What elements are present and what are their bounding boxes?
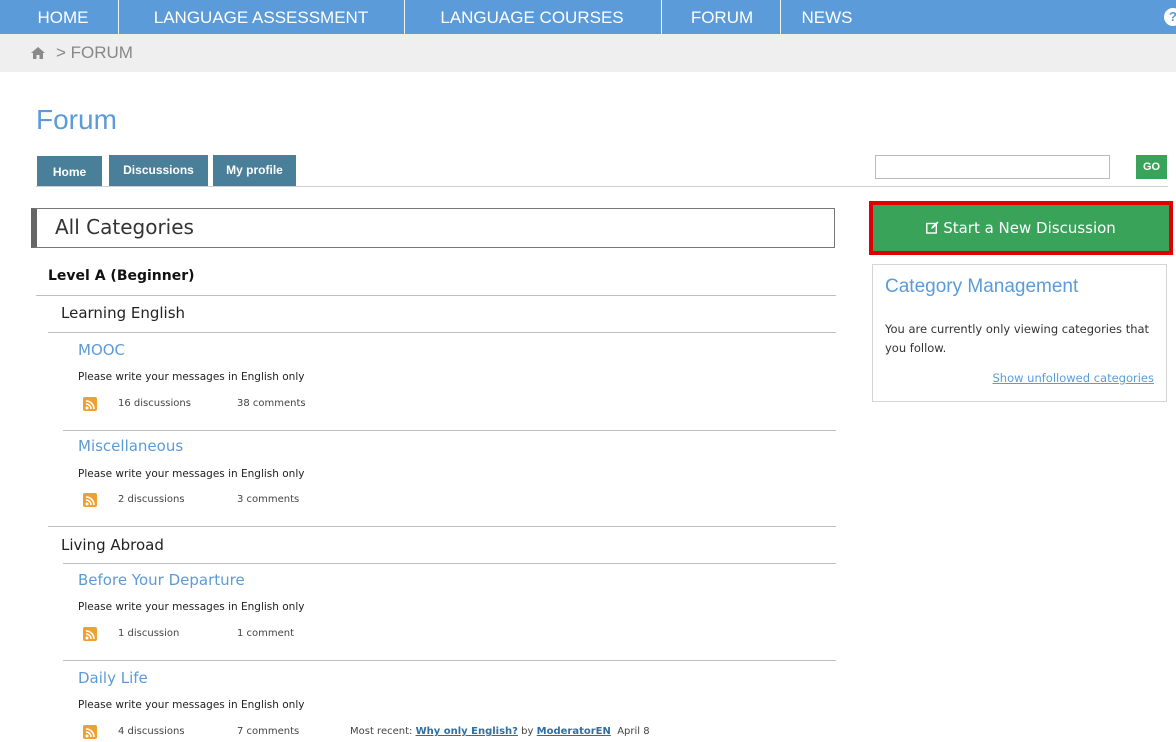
category-management-panel: Category Management You are currently on… [872, 264, 1167, 402]
discussion-count: 2 discussions [118, 494, 185, 505]
divider [48, 332, 836, 333]
help-icon[interactable]: ? [1164, 8, 1176, 26]
top-navigation: HOME LANGUAGE ASSESSMENT LANGUAGE COURSE… [0, 0, 1176, 34]
nav-home[interactable]: HOME [22, 0, 104, 34]
category-mooc-link[interactable]: MOOC [78, 341, 125, 359]
discussion-count: 16 discussions [118, 398, 191, 409]
divider [63, 430, 836, 431]
divider [36, 295, 836, 296]
tab-home[interactable]: Home [37, 156, 102, 186]
breadcrumb-forum[interactable]: > FORUM [56, 43, 133, 63]
most-recent-date: April 8 [617, 726, 650, 737]
category-miscellaneous-link[interactable]: Miscellaneous [78, 437, 183, 455]
author-link[interactable]: ModeratorEN [537, 726, 611, 737]
divider [63, 660, 836, 661]
rss-icon[interactable] [83, 627, 97, 641]
discussion-count: 4 discussions [118, 726, 185, 737]
category-description: Please write your messages in English on… [78, 601, 305, 613]
category-management-text: You are currently only viewing categorie… [885, 322, 1150, 355]
go-button[interactable]: GO [1136, 155, 1167, 179]
tab-divider [36, 186, 1168, 187]
rss-icon[interactable] [83, 493, 97, 507]
divider [63, 563, 836, 564]
page-title: Forum [36, 104, 117, 135]
home-icon[interactable] [30, 46, 46, 60]
most-recent-discussion-link[interactable]: Why only English? [416, 726, 518, 737]
most-recent-label: Most recent: [350, 726, 413, 737]
category-description: Please write your messages in English on… [78, 371, 305, 383]
rss-icon[interactable] [83, 725, 97, 739]
breadcrumb: > FORUM [0, 34, 1176, 72]
comment-count: 3 comments [237, 494, 300, 505]
nav-language-assessment[interactable]: LANGUAGE ASSESSMENT [130, 0, 392, 34]
nav-divider [661, 0, 662, 34]
category-before-your-departure-link[interactable]: Before Your Departure [78, 571, 245, 589]
category-description: Please write your messages in English on… [78, 468, 305, 480]
comment-count: 1 comment [237, 628, 295, 639]
start-new-discussion-button[interactable]: Start a New Discussion [869, 201, 1173, 255]
category-management-title: Category Management [885, 276, 1079, 297]
by-label: by [521, 726, 534, 737]
category-description: Please write your messages in English on… [78, 699, 305, 711]
edit-icon [926, 221, 939, 234]
comment-count: 38 comments [237, 398, 306, 409]
nav-forum[interactable]: FORUM [676, 0, 768, 34]
divider [48, 526, 836, 527]
nav-divider [118, 0, 119, 34]
category-daily-life-link[interactable]: Daily Life [78, 669, 148, 687]
section-header: All Categories [31, 208, 835, 248]
search-input[interactable] [875, 155, 1110, 179]
nav-news[interactable]: NEWS [792, 0, 862, 34]
discussion-count: 1 discussion [118, 628, 180, 639]
nav-divider [404, 0, 405, 34]
level-title: Level A (Beginner) [48, 268, 195, 284]
start-new-discussion-label: Start a New Discussion [943, 219, 1116, 237]
nav-divider [780, 0, 781, 34]
show-unfollowed-categories-link[interactable]: Show unfollowed categories [993, 371, 1155, 385]
subcategory-living-abroad[interactable]: Living Abroad [61, 536, 164, 554]
rss-icon[interactable] [83, 397, 97, 411]
comment-count: 7 comments [237, 726, 300, 737]
nav-language-courses[interactable]: LANGUAGE COURSES [416, 0, 648, 34]
section-title: All Categories [55, 215, 194, 239]
tab-my-profile[interactable]: My profile [213, 155, 296, 186]
subcategory-learning-english[interactable]: Learning English [61, 304, 185, 322]
tab-discussions[interactable]: Discussions [109, 155, 208, 186]
most-recent: Most recent: Why only English? by Modera… [350, 726, 650, 737]
